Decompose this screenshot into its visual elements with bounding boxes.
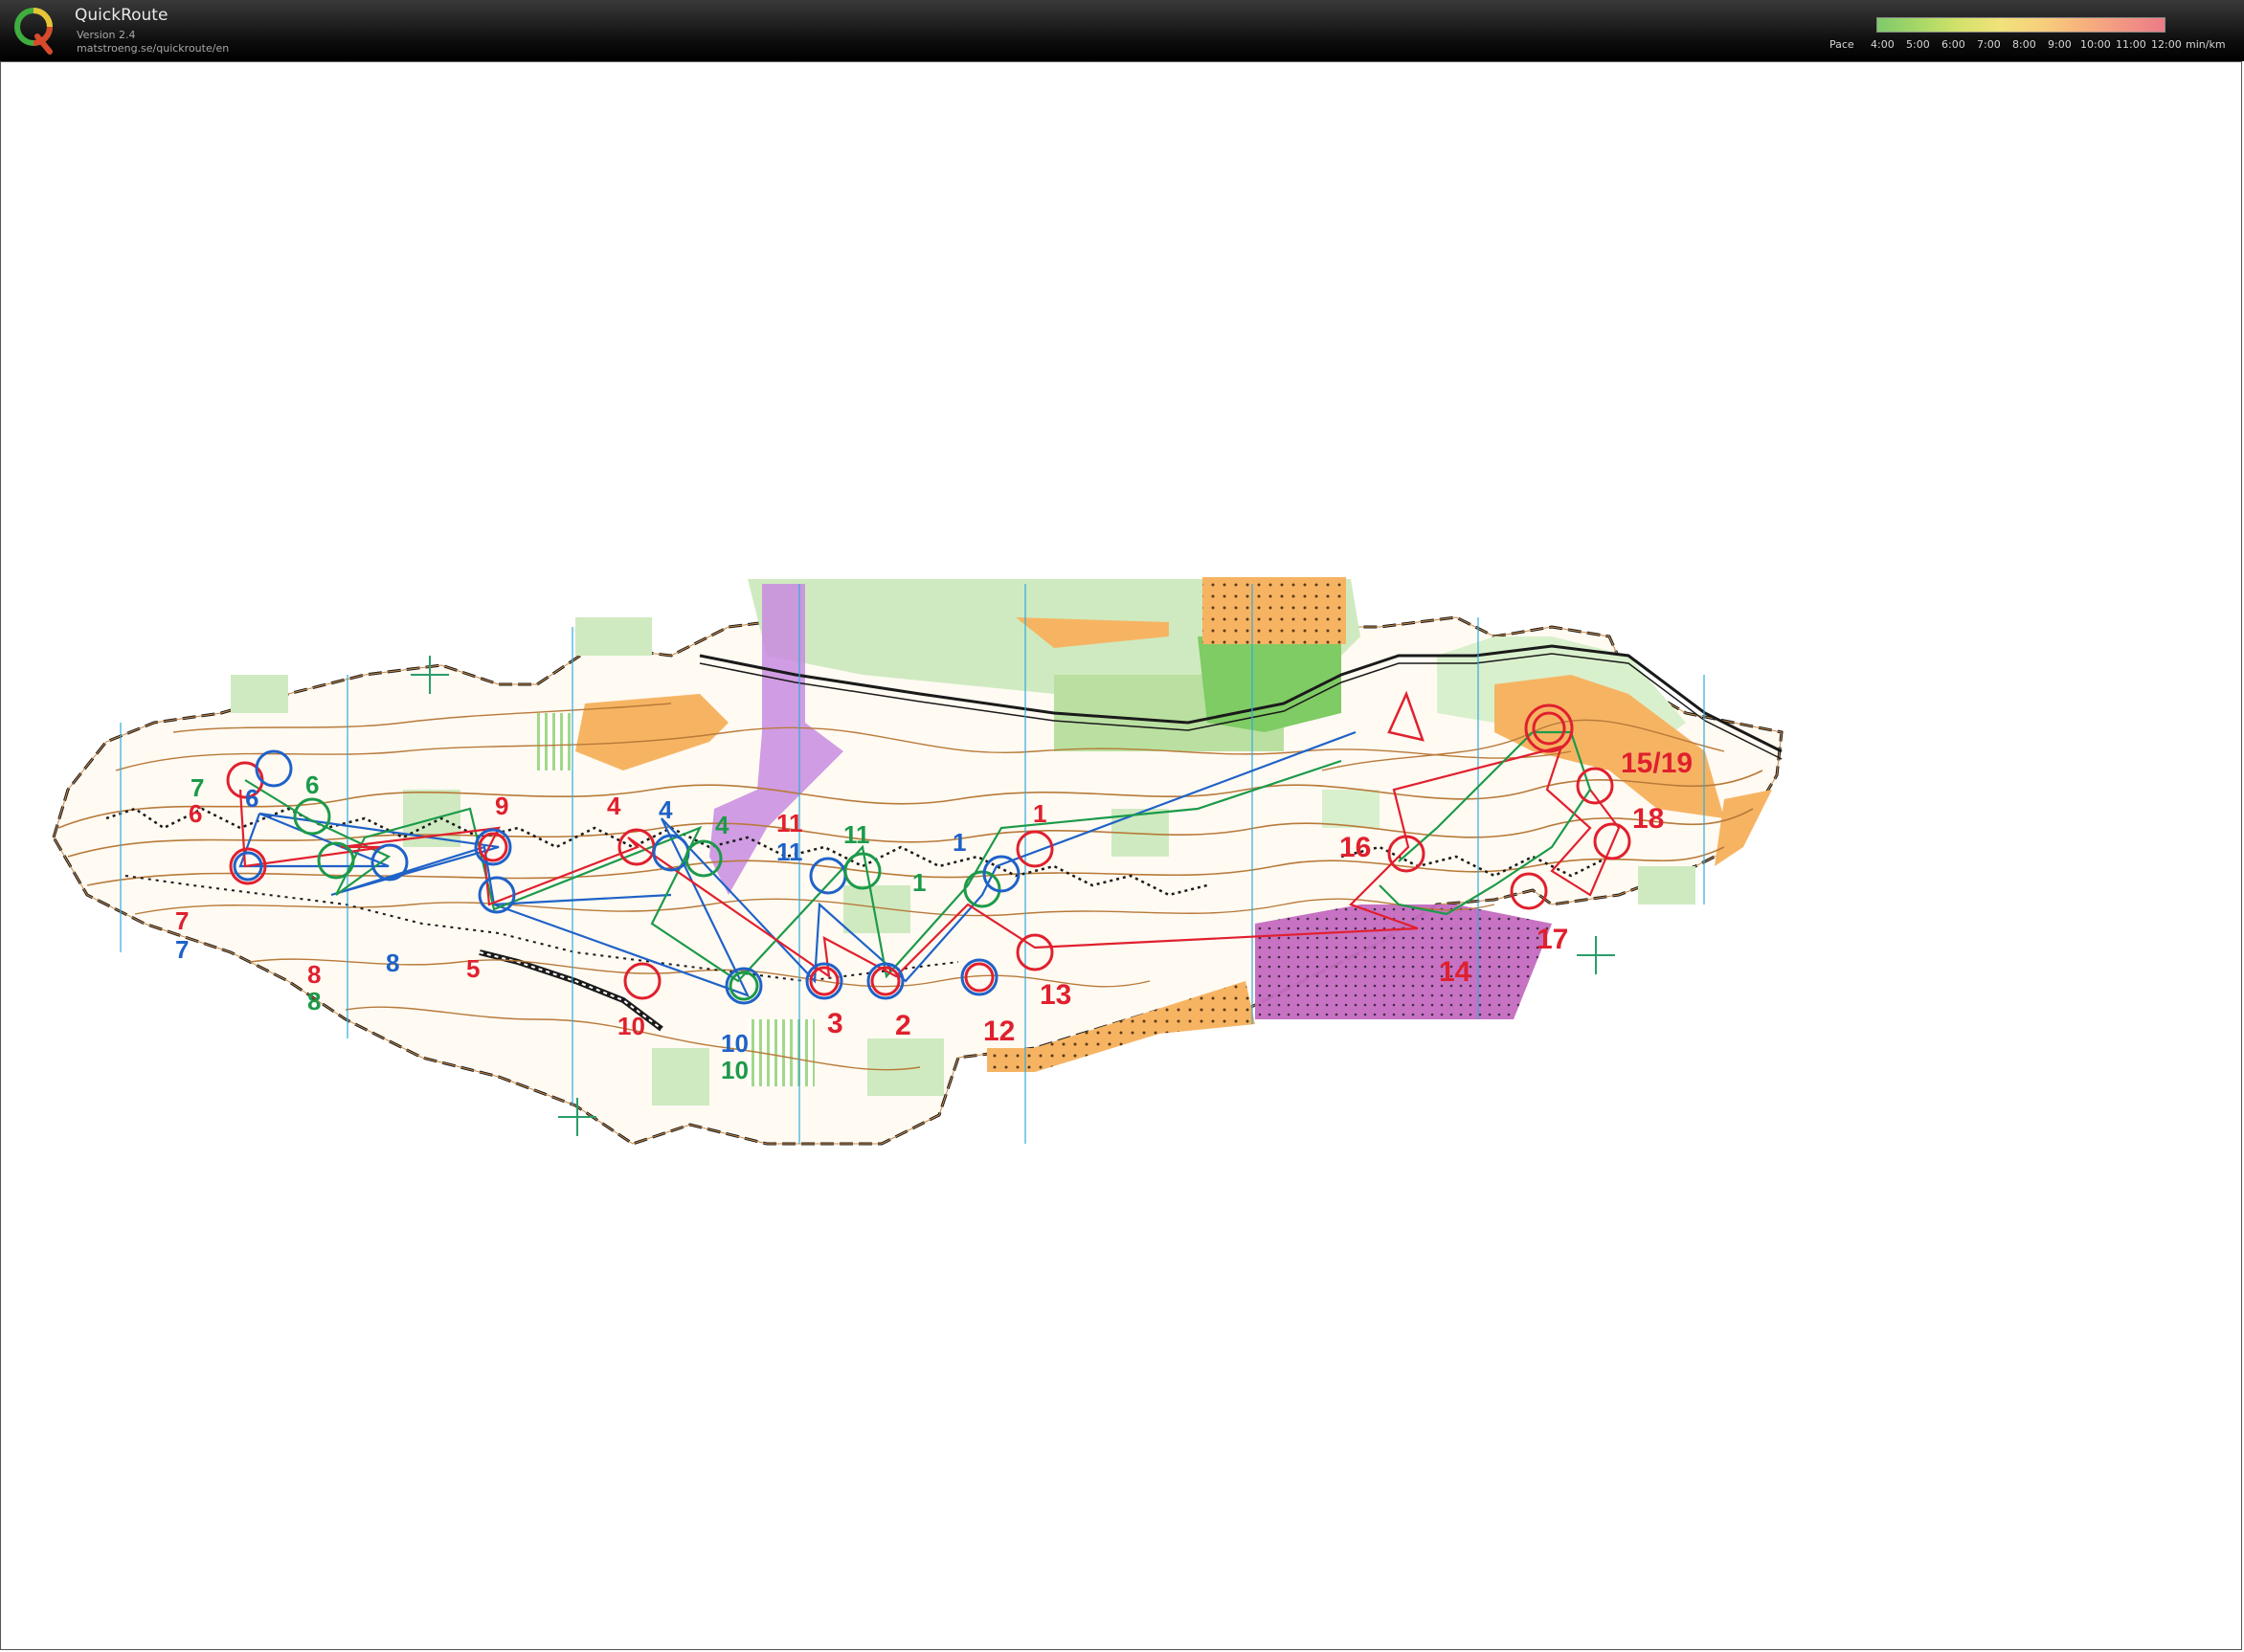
control-label-17-red: 17 bbox=[1537, 924, 1568, 955]
control-label-6-green: 6 bbox=[305, 770, 319, 799]
control-label-4-green: 4 bbox=[715, 811, 729, 839]
control-label-12-red: 12 bbox=[983, 1016, 1015, 1047]
control-label-1-green: 1 bbox=[912, 868, 926, 897]
control-label-7-blue: 7 bbox=[175, 935, 189, 964]
control-label-8-blue: 8 bbox=[386, 949, 399, 977]
control-label-10-green: 10 bbox=[721, 1056, 749, 1084]
pace-legend: Pace 4:00 5:00 6:00 7:00 8:00 9:00 10:00… bbox=[1824, 15, 2244, 54]
pace-unit: min/km bbox=[2186, 38, 2226, 51]
map-terrain bbox=[52, 577, 1784, 1146]
control-label-4-red: 4 bbox=[607, 792, 621, 820]
control-label-1-blue: 1 bbox=[953, 828, 966, 857]
control-label-11-green: 11 bbox=[843, 820, 870, 849]
control-label-9-red: 9 bbox=[495, 792, 508, 820]
control-label-6-red: 6 bbox=[189, 799, 202, 828]
control-label-1-red: 1 bbox=[1033, 799, 1046, 828]
pace-tick: 5:00 bbox=[1906, 38, 1930, 51]
control-label-10-blue: 10 bbox=[721, 1029, 749, 1058]
control-label-2-red: 2 bbox=[895, 1010, 911, 1041]
control-label-4-blue: 4 bbox=[659, 795, 673, 824]
control-label-13-red: 13 bbox=[1040, 979, 1071, 1011]
control-label-8-green: 8 bbox=[307, 987, 321, 1016]
control-label-5-red: 5 bbox=[466, 954, 480, 983]
app-name: QuickRoute bbox=[75, 6, 168, 25]
pace-legend-title: Pace bbox=[1829, 38, 1854, 51]
map-viewport[interactable]: 7 6 6 6 9 4 4 4 11 11 11 1 1 1 7 7 8 8 8… bbox=[0, 61, 2242, 1650]
control-label-16-red: 16 bbox=[1339, 832, 1371, 863]
control-label-18-red: 18 bbox=[1632, 803, 1664, 835]
control-label-3-red: 3 bbox=[827, 1008, 843, 1039]
pace-tick: 11:00 bbox=[2116, 38, 2146, 51]
control-label-11-red: 11 bbox=[776, 809, 803, 837]
control-label-6-blue: 6 bbox=[245, 784, 258, 813]
control-label-10-red: 10 bbox=[617, 1012, 645, 1040]
control-label-11-blue: 11 bbox=[776, 837, 803, 866]
app-version: Version 2.4 bbox=[77, 29, 136, 41]
pace-color-bar bbox=[1876, 17, 2165, 33]
control-label-8-red: 8 bbox=[307, 960, 321, 989]
app-url[interactable]: matstroeng.se/quickroute/en bbox=[77, 42, 229, 55]
orienteering-map[interactable]: 7 6 6 6 9 4 4 4 11 11 11 1 1 1 7 7 8 8 8… bbox=[1, 62, 2241, 1649]
control-label-14-red: 14 bbox=[1439, 956, 1471, 988]
pace-tick: 12:00 bbox=[2151, 38, 2182, 51]
pace-tick: 4:00 bbox=[1871, 38, 1895, 51]
control-label-7-red: 7 bbox=[175, 906, 189, 935]
control-label-15-19-red: 15/19 bbox=[1621, 748, 1693, 779]
pace-tick: 6:00 bbox=[1941, 38, 1965, 51]
pace-tick: 10:00 bbox=[2080, 38, 2111, 51]
quickroute-logo-icon bbox=[14, 8, 53, 55]
pace-tick: 8:00 bbox=[2012, 38, 2036, 51]
title-bar: QuickRoute Version 2.4 matstroeng.se/qui… bbox=[0, 0, 2244, 61]
control-label-7-green: 7 bbox=[191, 773, 204, 802]
pace-tick: 9:00 bbox=[2048, 38, 2072, 51]
pace-tick: 7:00 bbox=[1977, 38, 2001, 51]
